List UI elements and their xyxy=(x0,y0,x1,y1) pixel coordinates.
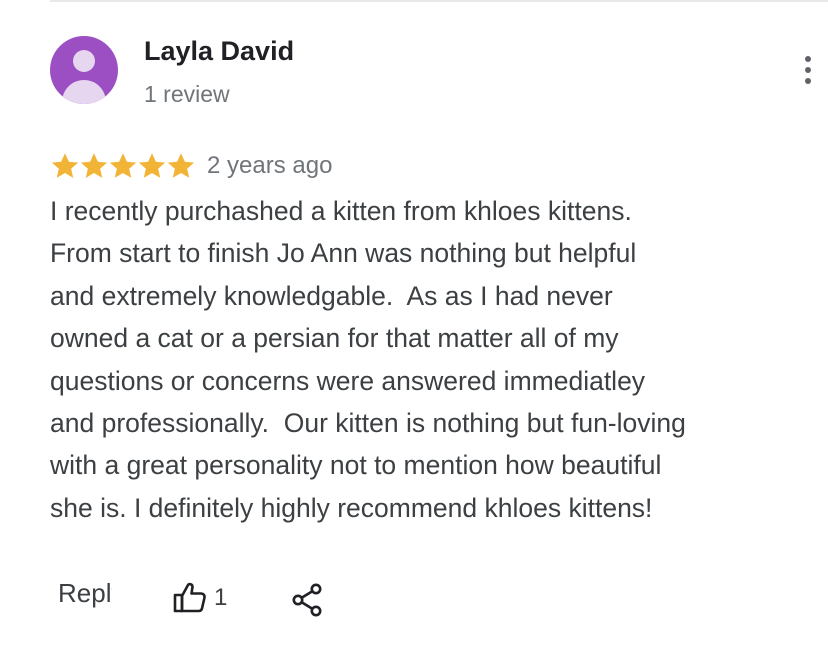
review-text-line: questions or concerns were answered imme… xyxy=(50,365,646,396)
more-vertical-icon xyxy=(805,56,811,62)
review-text-line: with a great personality not to mention … xyxy=(50,450,662,481)
review-text-line: owned a cat or a persian for that matter… xyxy=(50,323,619,354)
share-button[interactable] xyxy=(290,582,324,618)
review-date: 2 years ago xyxy=(207,152,333,179)
top-divider xyxy=(50,0,828,2)
review-text-line: From start to finish Jo Ann was nothing … xyxy=(50,238,637,269)
star-icon xyxy=(138,153,166,178)
reviewer-review-count: 1 review xyxy=(144,81,230,107)
star-icon xyxy=(167,153,195,178)
avatar[interactable] xyxy=(50,36,118,104)
review-text-line: and professionally. Our kitten is nothin… xyxy=(50,408,686,439)
avatar-person-icon xyxy=(73,50,95,72)
thumbs-up-icon xyxy=(173,582,206,613)
more-options-button[interactable] xyxy=(796,48,820,88)
star-icon xyxy=(80,153,108,178)
review-card: Layla David 1 review 2 years ago I recen… xyxy=(0,0,828,650)
reply-button[interactable]: Reply xyxy=(58,578,112,609)
review-text-line: I recently purchashed a kitten from khlo… xyxy=(50,196,632,226)
avatar-person-body xyxy=(62,80,106,104)
more-vertical-icon-dot xyxy=(805,67,811,73)
review-text-line: and extremely knowledgable. As as I had … xyxy=(50,280,613,311)
share-icon xyxy=(292,583,322,617)
like-count: 1 xyxy=(214,584,228,611)
star-icon xyxy=(109,153,137,178)
star-rating-row: 2 years ago xyxy=(50,150,332,182)
more-vertical-icon-dot xyxy=(805,78,811,84)
reviewer-name[interactable]: Layla David xyxy=(144,36,294,67)
star-rating xyxy=(50,151,195,181)
review-text: I recently purchashed a kitten from khlo… xyxy=(50,190,820,529)
like-button[interactable]: 1 xyxy=(172,580,227,616)
star-icon xyxy=(51,153,79,178)
review-text-line: she is. I definitely highly recommend kh… xyxy=(50,492,653,523)
